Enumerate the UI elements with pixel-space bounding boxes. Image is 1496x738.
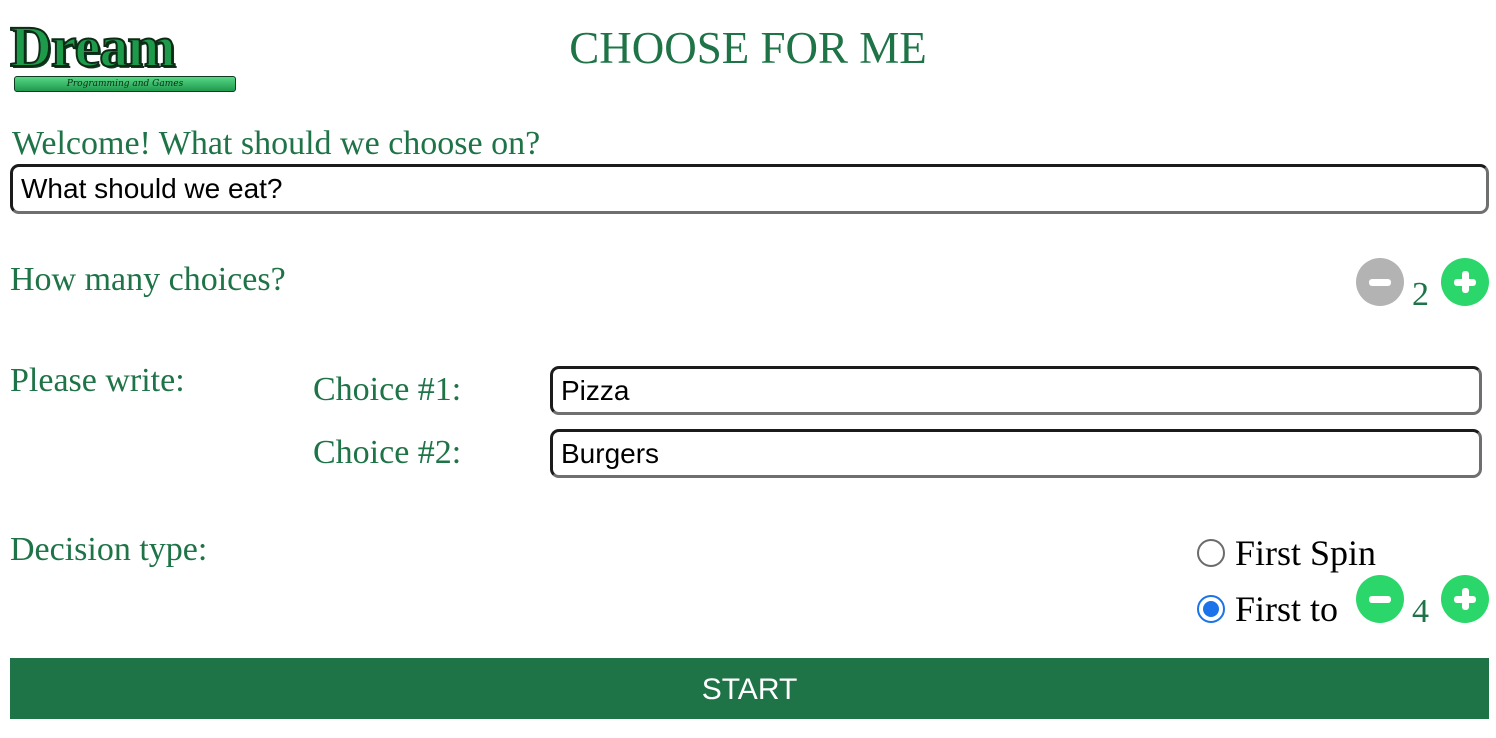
page-title: CHOOSE FOR ME — [569, 23, 927, 73]
radio-first-to-label: First to — [1235, 589, 1339, 629]
radio-first-spin-label: First Spin — [1235, 533, 1377, 573]
radio-first-spin[interactable]: First Spin — [1197, 532, 1376, 574]
choice-2-label: Choice #2: — [313, 434, 462, 471]
choices-count-value: 2 — [1412, 276, 1429, 313]
increase-choices-button[interactable] — [1441, 258, 1489, 306]
page: Dream Programming and Games CHOOSE FOR M… — [0, 0, 1496, 738]
plus-icon-vertical — [1461, 271, 1469, 293]
logo-tagline: Programming and Games — [14, 76, 236, 92]
choice-1-label: Choice #1: — [313, 371, 462, 408]
decrease-choices-button[interactable] — [1356, 258, 1404, 306]
radio-first-spin-circle[interactable] — [1197, 539, 1225, 567]
choices-count-label: How many choices? — [10, 261, 286, 298]
radio-first-to-circle[interactable] — [1197, 595, 1225, 623]
first-to-value: 4 — [1412, 593, 1429, 630]
question-input[interactable] — [10, 164, 1489, 214]
start-button[interactable]: START — [10, 658, 1489, 719]
please-write-label: Please write: — [10, 362, 185, 399]
radio-first-to[interactable]: First to — [1197, 588, 1338, 630]
minus-icon — [1369, 595, 1391, 603]
choice-2-input[interactable] — [550, 429, 1482, 478]
question-label: Welcome! What should we choose on? — [12, 125, 541, 162]
choice-1-input[interactable] — [550, 366, 1482, 415]
decrease-first-to-button[interactable] — [1356, 575, 1404, 623]
minus-icon — [1369, 278, 1391, 286]
increase-first-to-button[interactable] — [1441, 575, 1489, 623]
decision-type-label: Decision type: — [10, 531, 208, 568]
plus-icon-vertical — [1461, 588, 1469, 610]
